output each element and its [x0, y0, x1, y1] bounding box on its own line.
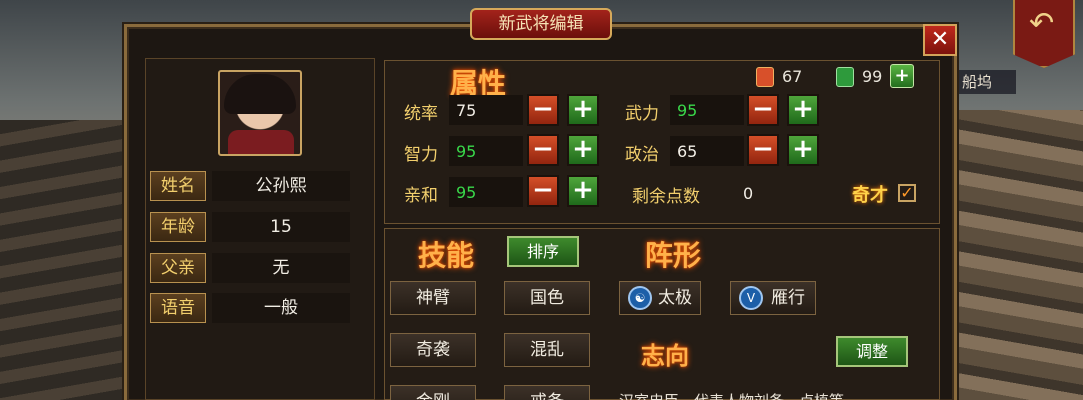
name-field[interactable]: 公孙熙	[212, 171, 350, 201]
charisma-plus-button[interactable]: +	[567, 175, 599, 207]
ambition-title: 志向	[641, 342, 689, 370]
portrait-hair	[224, 74, 296, 114]
skill-slot[interactable]: 奇袭	[390, 333, 476, 367]
stat-label-politics: 政治	[625, 145, 659, 165]
profile-row-name: 姓名 公孙熙	[150, 171, 350, 201]
sort-skills-button[interactable]: 排序	[507, 236, 579, 267]
name-label: 姓名	[150, 171, 206, 201]
stat-value-politics: 65	[677, 142, 698, 161]
genius-label: 奇才	[852, 185, 888, 206]
command-plus-button[interactable]: +	[567, 94, 599, 126]
father-label: 父亲	[150, 253, 206, 283]
stat-label-force: 武力	[625, 104, 659, 124]
skill-slot[interactable]: 神臂	[390, 281, 476, 315]
intellect-plus-button[interactable]: +	[567, 134, 599, 166]
jade-icon	[836, 67, 854, 87]
stat-label-intellect: 智力	[404, 145, 438, 165]
formation-yanxing[interactable]: V 雁行	[730, 281, 816, 315]
close-icon: ✕	[930, 27, 950, 52]
age-label: 年龄	[150, 212, 206, 242]
stat-value-force: 95	[677, 101, 698, 120]
profile-row-age: 年龄 15	[150, 212, 350, 242]
skills-title: 技能	[418, 239, 475, 272]
intellect-minus-button[interactable]: −	[527, 134, 559, 166]
voice-label: 语音	[150, 293, 206, 323]
profile-row-father: 父亲 无	[150, 253, 350, 283]
stat-value-command: 75	[456, 101, 477, 120]
back-arrow-icon: ↶	[1029, 6, 1055, 41]
skill-slot[interactable]: 金刚	[390, 385, 476, 400]
window-title: 新武将编辑	[470, 8, 612, 40]
formation-taiji[interactable]: ☯ 太极	[619, 281, 701, 315]
plus-icon: +	[894, 65, 910, 86]
place-label: 船坞	[956, 70, 1016, 94]
background-roofs-left	[0, 120, 135, 400]
token-count: 67	[782, 67, 803, 86]
voice-field[interactable]: 一般	[212, 293, 350, 323]
stat-label-charisma: 亲和	[404, 186, 438, 206]
ambition-description: 汉室忠臣，代表人物刘备、卢植等	[619, 390, 844, 400]
general-portrait[interactable]	[218, 70, 302, 156]
father-field[interactable]: 无	[212, 253, 350, 283]
stat-value-charisma: 95	[456, 183, 477, 202]
politics-minus-button[interactable]: −	[747, 134, 779, 166]
yanxing-icon: V	[739, 286, 763, 310]
genius-checkbox[interactable]: ✓	[898, 184, 916, 202]
add-jade-button[interactable]: +	[890, 64, 914, 88]
formation-title: 阵形	[645, 239, 702, 272]
force-minus-button[interactable]: −	[747, 94, 779, 126]
formation-label: 太极	[658, 288, 692, 308]
taiji-icon: ☯	[628, 286, 652, 310]
remaining-points-value: 0	[743, 184, 754, 203]
remaining-points-label: 剩余点数	[632, 187, 700, 207]
stat-value-intellect: 95	[456, 142, 477, 161]
skill-slot[interactable]: 国色	[504, 281, 590, 315]
charisma-minus-button[interactable]: −	[527, 175, 559, 207]
checkmark-icon: ✓	[900, 183, 914, 202]
skill-slot[interactable]: 戒备	[504, 385, 590, 400]
command-minus-button[interactable]: −	[527, 94, 559, 126]
profile-row-voice: 语音 一般	[150, 293, 350, 323]
background-roofs-right	[938, 110, 1083, 400]
stat-label-command: 统率	[404, 104, 438, 124]
close-button[interactable]: ✕	[923, 24, 957, 56]
jade-count: 99	[862, 67, 883, 86]
force-plus-button[interactable]: +	[787, 94, 819, 126]
back-button[interactable]: ↶	[1013, 0, 1075, 68]
age-field[interactable]: 15	[212, 212, 350, 242]
token-icon	[756, 67, 774, 87]
portrait-robe	[228, 130, 294, 154]
formation-label: 雁行	[771, 288, 805, 308]
adjust-ambition-button[interactable]: 调整	[836, 336, 908, 367]
skill-slot[interactable]: 混乱	[504, 333, 590, 367]
politics-plus-button[interactable]: +	[787, 134, 819, 166]
